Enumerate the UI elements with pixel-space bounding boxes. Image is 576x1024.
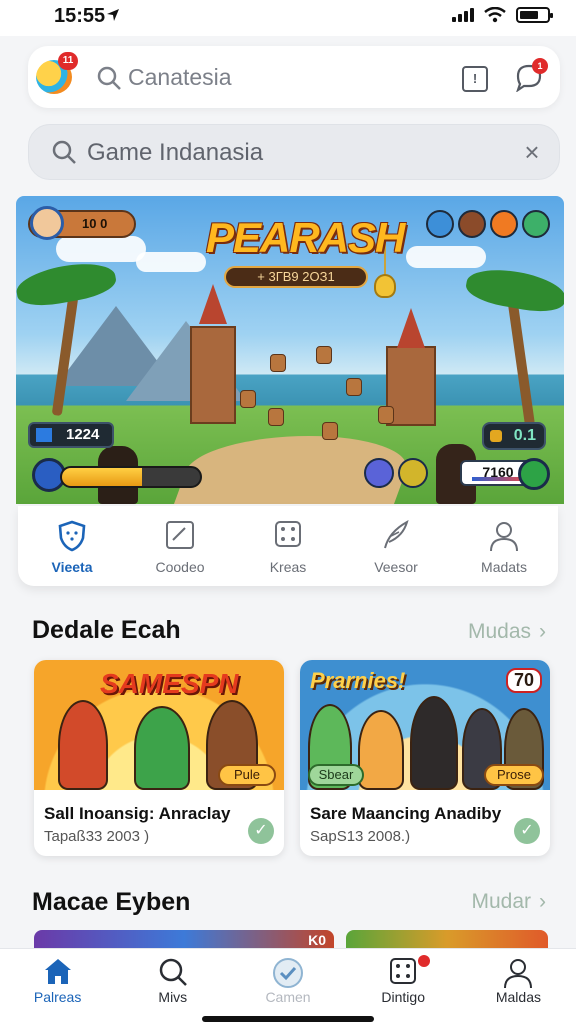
nav-item-maldas[interactable]: Maldas (461, 949, 576, 1024)
status-bar: 15:55 (0, 0, 576, 36)
game-thumbnail-partial[interactable]: K0 (34, 930, 334, 950)
section-title: Macae Eyben (32, 888, 191, 916)
bottom-nav: Palreas Mivs Camen Dintigo Maldas (0, 948, 576, 1024)
notification-badge: 11 (58, 52, 78, 70)
battery-icon (516, 7, 553, 23)
hero-banner[interactable]: PEARASH + 3ГВ9 2ОЗ1 10 0 1224 0.1 7160 (16, 196, 564, 504)
close-icon[interactable]: × (517, 137, 547, 167)
home-icon (43, 957, 73, 990)
check-icon: ✓ (248, 818, 274, 844)
tab-vieeta[interactable]: Vieeta (18, 506, 126, 586)
nav-label: Mivs (158, 989, 188, 1005)
nav-item-camen[interactable]: Camen (230, 949, 345, 1024)
info-icon[interactable]: ! (462, 66, 488, 92)
see-more-label: Mudas (467, 620, 531, 643)
score-left: 1224 (28, 422, 114, 448)
search-icon (158, 957, 188, 992)
see-more-link[interactable]: Mudar › (471, 890, 546, 914)
user-icon (489, 520, 519, 557)
no-entry-icon[interactable] (364, 458, 394, 488)
search-field[interactable]: × (28, 124, 560, 180)
tab-label: Kreas (269, 559, 307, 575)
compass-icon[interactable] (426, 210, 454, 238)
nav-label: Camen (265, 989, 311, 1005)
status-icons (452, 7, 553, 23)
tab-label: Veesor (374, 559, 418, 575)
health-bar (60, 466, 202, 488)
nav-badge (417, 955, 430, 967)
search-icon[interactable] (96, 65, 122, 91)
section-title: Dedale Ecah (32, 616, 181, 644)
game-thumbnail: SAMESPN Pule (34, 660, 284, 790)
dice-icon (274, 520, 302, 553)
nav-label: Dintigo (381, 989, 425, 1005)
avatar[interactable] (30, 206, 64, 240)
game-thumbnail-partial[interactable] (346, 930, 548, 950)
card-title: Sare Maancing Anadiby (310, 804, 502, 823)
chevron-right-icon: › (539, 890, 546, 913)
tab-label: Vieeta (51, 559, 93, 575)
heart-badge: 70 (505, 668, 542, 693)
thumbnail-title: SAMESPN (100, 668, 239, 699)
see-more-label: Mudar (471, 890, 531, 913)
chat-badge: 1 (532, 58, 548, 74)
thumbnail-pill: Prose (484, 764, 544, 786)
score-right: 0.1 (482, 422, 546, 450)
game-thumbnail: Prarnies! 70 Sbear Prose (300, 660, 550, 790)
note-icon (165, 520, 195, 555)
card-subtitle: Tapaß33 2003 ) (44, 828, 150, 845)
chevron-right-icon: › (539, 620, 546, 643)
nav-label: Palreas (33, 989, 82, 1005)
thumbnail-pill: Pule (218, 764, 276, 786)
dice-icon (389, 957, 417, 990)
avatar[interactable] (458, 210, 486, 238)
tab-madats[interactable]: Madats (450, 506, 558, 586)
feather-icon (381, 519, 411, 555)
signal-icon (452, 8, 474, 22)
hero-subtitle: + 3ГВ9 2ОЗ1 (224, 266, 368, 288)
map-icon[interactable] (518, 458, 550, 490)
tab-label: Coodeo (155, 559, 205, 575)
nav-label: Maldas (495, 989, 541, 1005)
game-card[interactable]: Prarnies! 70 Sbear Prose Sare Maancing A… (300, 660, 550, 856)
hud-icons (364, 458, 428, 488)
hero-title: PEARASH (206, 214, 405, 261)
nav-item-dintigo[interactable]: Dintigo (346, 949, 461, 1024)
search-input[interactable] (87, 135, 507, 171)
thumbnail-pill-left: Sbear (308, 764, 364, 786)
thumbnail-title: Prarnies! (310, 668, 406, 693)
category-tabs: Vieeta Coodeo Kreas Veesor Madats (18, 506, 558, 586)
top-search-text[interactable]: Canatesia (128, 64, 232, 91)
tab-veesor[interactable]: Veesor (342, 506, 450, 586)
check-icon: ✓ (514, 818, 540, 844)
card-title: Sall Inoansig: Anraclay (44, 804, 231, 823)
tab-coodeo[interactable]: Coodeo (126, 506, 234, 586)
see-more-link[interactable]: Mudas › (468, 620, 546, 644)
home-indicator (202, 1016, 374, 1022)
shield-icon (58, 520, 86, 557)
search-icon (52, 140, 76, 164)
nav-item-palreas[interactable]: Palreas (0, 949, 115, 1024)
coin-icon[interactable] (490, 210, 518, 238)
location-arrow-icon (107, 9, 119, 21)
player-chip-text: 10 0 (82, 216, 108, 231)
top-bar: 11 Canatesia ! 1 (28, 46, 560, 108)
wifi-icon (484, 7, 506, 23)
status-time: 15:55 (54, 5, 106, 27)
tab-label: Madats (481, 559, 527, 575)
game-card[interactable]: SAMESPN Pule Sall Inoansig: Anraclay Tap… (34, 660, 284, 856)
gem-icon[interactable] (522, 210, 550, 238)
face-icon[interactable] (398, 458, 428, 488)
bell-icon (374, 274, 396, 298)
nav-item-mivs[interactable]: Mivs (115, 949, 230, 1024)
tab-kreas[interactable]: Kreas (234, 506, 342, 586)
partial-badge: K0 (308, 932, 326, 948)
card-subtitle: SapS13 2008.) (310, 828, 411, 845)
hero-top-icons (426, 210, 550, 238)
